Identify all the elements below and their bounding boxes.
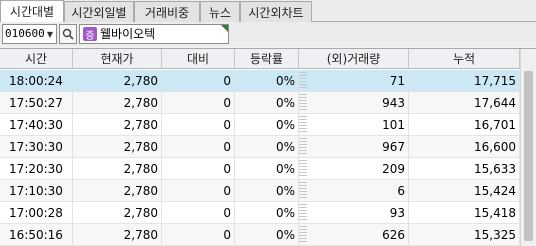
volume-bar-indicator bbox=[299, 160, 307, 178]
cell-cumulative: 15,633 bbox=[409, 158, 520, 180]
tab-by-time[interactable]: 시간대별 bbox=[0, 0, 64, 22]
cell-time: 18:00:24 bbox=[0, 70, 73, 92]
cell-rate: 0% bbox=[235, 202, 299, 224]
col-header-price[interactable]: 현재가 bbox=[73, 49, 162, 69]
cell-rate: 0% bbox=[235, 180, 299, 202]
cell-change: 0 bbox=[162, 92, 235, 114]
table-row[interactable]: 17:40:30 2,780 0 0% 101 16,701 bbox=[0, 114, 520, 136]
cell-cumulative: 16,600 bbox=[409, 136, 520, 158]
time-table: 시간 현재가 대비 등락률 (외)거래량 누적 18:00:24 2,780 0 0%… bbox=[0, 48, 536, 246]
tab-after-hours-daily[interactable]: 시간외일별 bbox=[64, 1, 134, 22]
table-row[interactable]: 17:50:27 2,780 0 0% 943 17,644 bbox=[0, 92, 520, 114]
chevron-down-icon[interactable]: ▼ bbox=[44, 25, 56, 43]
scrollbar-thumb[interactable] bbox=[524, 71, 533, 241]
cell-volume: 967 bbox=[299, 136, 409, 158]
cell-volume: 626 bbox=[299, 224, 409, 246]
cell-price: 2,780 bbox=[73, 224, 162, 246]
cell-rate: 0% bbox=[235, 158, 299, 180]
cell-change: 0 bbox=[162, 114, 235, 136]
cell-price: 2,780 bbox=[73, 114, 162, 136]
market-badge: 증 bbox=[83, 27, 97, 42]
stock-code-value: 010600 bbox=[5, 27, 45, 40]
col-header-change[interactable]: 대비 bbox=[162, 49, 235, 69]
table-header: 시간 현재가 대비 등락률 (외)거래량 누적 bbox=[0, 49, 520, 69]
cell-volume: 101 bbox=[299, 114, 409, 136]
stock-name: 웰바이오텍 bbox=[100, 27, 156, 41]
vertical-scrollbar[interactable] bbox=[520, 49, 536, 246]
cell-cumulative: 17,644 bbox=[409, 92, 520, 114]
stock-name-field[interactable]: 증 웰바이오텍 bbox=[79, 24, 229, 44]
cell-time: 17:20:30 bbox=[0, 158, 73, 180]
cell-volume: 71 bbox=[299, 70, 409, 92]
cell-time: 17:40:30 bbox=[0, 114, 73, 136]
cell-volume: 943 bbox=[299, 92, 409, 114]
volume-bar-indicator bbox=[299, 182, 307, 200]
cell-volume: 93 bbox=[299, 202, 409, 224]
cell-rate: 0% bbox=[235, 224, 299, 246]
table-row[interactable]: 16:50:16 2,780 0 0% 626 15,325 bbox=[0, 224, 520, 246]
cell-price: 2,780 bbox=[73, 158, 162, 180]
cell-cumulative: 15,418 bbox=[409, 202, 520, 224]
cell-price: 2,780 bbox=[73, 70, 162, 92]
volume-bar-indicator bbox=[299, 204, 307, 222]
cell-change: 0 bbox=[162, 158, 235, 180]
cell-rate: 0% bbox=[235, 114, 299, 136]
cell-time: 17:00:28 bbox=[0, 202, 73, 224]
cell-time: 17:30:30 bbox=[0, 136, 73, 158]
cell-rate: 0% bbox=[235, 92, 299, 114]
cell-change: 0 bbox=[162, 136, 235, 158]
corner-marker-icon bbox=[221, 25, 228, 32]
tab-after-hours-chart[interactable]: 시간외차트 bbox=[240, 1, 312, 22]
cell-cumulative: 15,424 bbox=[409, 180, 520, 202]
table-row[interactable]: 18:00:24 2,780 0 0% 71 17,715 bbox=[0, 70, 520, 92]
cell-price: 2,780 bbox=[73, 180, 162, 202]
col-header-rate[interactable]: 등락률 bbox=[235, 49, 299, 69]
cell-volume: 209 bbox=[299, 158, 409, 180]
cell-cumulative: 15,325 bbox=[409, 224, 520, 246]
volume-bar-indicator bbox=[299, 116, 307, 134]
cell-price: 2,780 bbox=[73, 136, 162, 158]
stock-toolbar: 010600 ▼ 증 웰바이오텍 bbox=[0, 22, 536, 46]
cell-time: 16:50:16 bbox=[0, 224, 73, 246]
tab-volume-share[interactable]: 거래비중 bbox=[134, 1, 200, 22]
cell-change: 0 bbox=[162, 224, 235, 246]
col-header-volume[interactable]: (외)거래량 bbox=[299, 49, 409, 69]
cell-rate: 0% bbox=[235, 136, 299, 158]
table-row[interactable]: 17:20:30 2,780 0 0% 209 15,633 bbox=[0, 158, 520, 180]
volume-bar-indicator bbox=[299, 72, 307, 90]
table-row[interactable]: 17:10:30 2,780 0 0% 6 15,424 bbox=[0, 180, 520, 202]
cell-rate: 0% bbox=[235, 70, 299, 92]
search-button[interactable] bbox=[59, 24, 77, 44]
tab-bar: 시간대별 시간외일별 거래비중 뉴스 시간외차트 bbox=[0, 0, 536, 22]
cell-change: 0 bbox=[162, 202, 235, 224]
volume-bar-indicator bbox=[299, 94, 307, 112]
table-row[interactable]: 17:30:30 2,780 0 0% 967 16,600 bbox=[0, 136, 520, 158]
col-header-cumulative[interactable]: 누적 bbox=[409, 49, 520, 69]
cell-change: 0 bbox=[162, 180, 235, 202]
col-header-time[interactable]: 시간 bbox=[0, 49, 73, 69]
table-row[interactable]: 17:00:28 2,780 0 0% 93 15,418 bbox=[0, 202, 520, 224]
volume-bar-indicator bbox=[299, 138, 307, 156]
cell-price: 2,780 bbox=[73, 202, 162, 224]
volume-bar-indicator bbox=[299, 226, 307, 244]
tab-news[interactable]: 뉴스 bbox=[200, 1, 240, 22]
cell-change: 0 bbox=[162, 70, 235, 92]
cell-cumulative: 17,715 bbox=[409, 70, 520, 92]
cell-cumulative: 16,701 bbox=[409, 114, 520, 136]
cell-volume: 6 bbox=[299, 180, 409, 202]
cell-price: 2,780 bbox=[73, 92, 162, 114]
search-icon bbox=[62, 28, 74, 40]
cell-time: 17:10:30 bbox=[0, 180, 73, 202]
cell-time: 17:50:27 bbox=[0, 92, 73, 114]
